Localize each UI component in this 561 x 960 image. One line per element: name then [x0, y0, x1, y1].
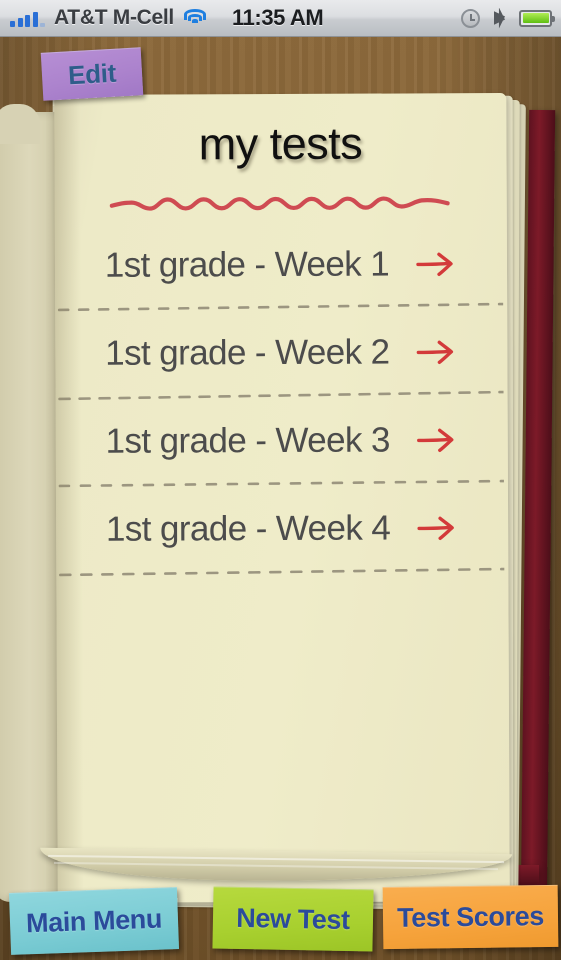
- carrier-label: AT&T M-Cell: [54, 6, 174, 29]
- main-menu-label: Main Menu: [25, 903, 163, 939]
- arrow-right-icon[interactable]: [415, 337, 457, 367]
- book-container: my tests 1st grade - Week 1 1st grade - …: [0, 44, 561, 911]
- main-menu-button[interactable]: Main Menu: [8, 887, 180, 955]
- arrow-right-icon[interactable]: [415, 249, 457, 279]
- dashed-separator: [59, 567, 505, 577]
- status-bar-time: 11:35 AM: [231, 5, 324, 30]
- dashed-separator: [58, 390, 504, 401]
- list-item-label: 1st grade - Week 4: [105, 508, 391, 549]
- bottom-tab-bar: Main Menu New Test Test Scores: [0, 878, 561, 960]
- squiggle-underline-icon: [109, 196, 450, 211]
- book-cover-spine: [520, 109, 556, 911]
- wifi-icon: [183, 9, 207, 27]
- notebook-page: my tests 1st grade - Week 1 1st grade - …: [54, 93, 510, 903]
- new-test-button[interactable]: New Test: [212, 886, 374, 952]
- list-item-content: 1st grade - Week 4: [56, 492, 508, 566]
- test-list: 1st grade - Week 1 1st grade - Week 2 1s…: [55, 228, 509, 582]
- page-content: my tests 1st grade - Week 1 1st grade - …: [54, 93, 510, 903]
- list-item[interactable]: 1st grade - Week 2: [55, 316, 507, 406]
- dashed-separator: [57, 302, 504, 312]
- list-item[interactable]: 1st grade - Week 4: [56, 492, 508, 582]
- list-item-label: 1st grade - Week 1: [104, 244, 390, 285]
- alarm-clock-icon: [461, 8, 480, 28]
- status-bar-right: [461, 8, 561, 29]
- battery-icon: [519, 9, 555, 27]
- new-test-label: New Test: [236, 902, 350, 936]
- signal-bars-icon: [10, 9, 45, 27]
- dashed-separator: [58, 479, 504, 488]
- edit-button[interactable]: Edit: [40, 47, 144, 101]
- list-item-label: 1st grade - Week 3: [105, 420, 390, 461]
- list-item-label: 1st grade - Week 2: [105, 332, 390, 373]
- page-title: my tests: [198, 117, 363, 170]
- list-item[interactable]: 1st grade - Week 3: [56, 404, 508, 494]
- list-item-content: 1st grade - Week 3: [56, 404, 508, 478]
- arrow-right-icon[interactable]: [416, 513, 458, 543]
- list-item-content: 1st grade - Week 1: [55, 228, 507, 302]
- status-bar: AT&T M-Cell 11:35 AM: [0, 0, 561, 37]
- arrow-right-icon[interactable]: [416, 425, 458, 455]
- test-scores-button[interactable]: Test Scores: [382, 884, 559, 950]
- list-item-content: 1st grade - Week 2: [55, 316, 507, 390]
- status-bar-left: AT&T M-Cell 11:35 AM: [0, 5, 324, 31]
- edit-button-label: Edit: [67, 57, 117, 91]
- bluetooth-icon: [493, 8, 506, 29]
- list-item[interactable]: 1st grade - Week 1: [55, 228, 507, 318]
- test-scores-label: Test Scores: [396, 901, 545, 933]
